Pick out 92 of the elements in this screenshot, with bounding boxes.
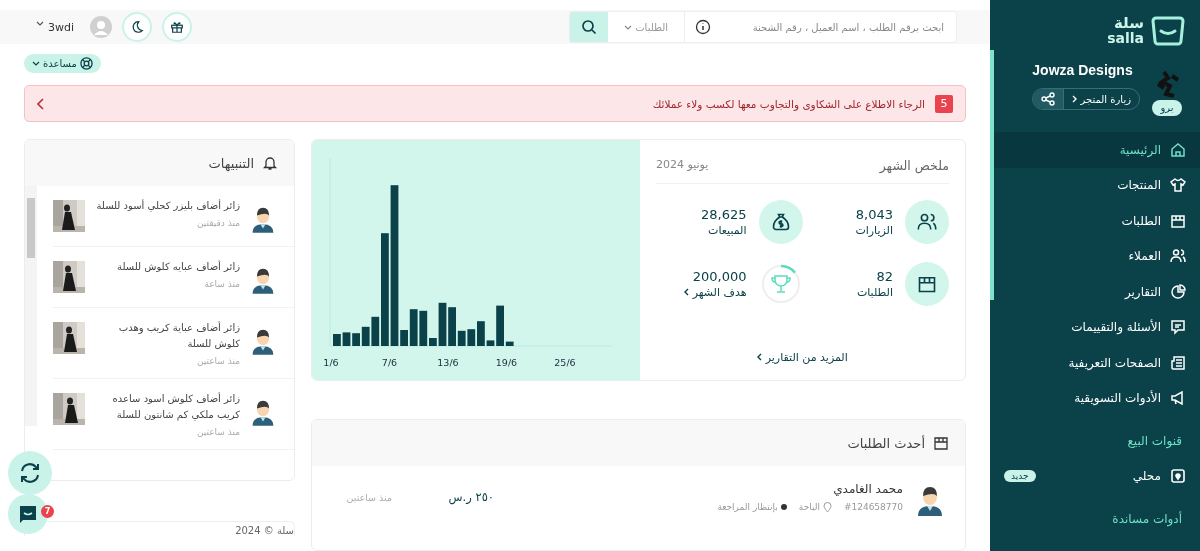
- box-icon: [933, 435, 949, 451]
- share-button[interactable]: [1033, 89, 1064, 109]
- stat-value: 200,000: [691, 269, 747, 284]
- location-pin-icon: [822, 501, 832, 513]
- stat-value: 28,625: [701, 207, 747, 222]
- refresh-icon: [18, 461, 42, 485]
- chevron-icon: [37, 97, 45, 110]
- chat-icon: [17, 503, 39, 525]
- stat-label: المبيعات: [707, 224, 747, 237]
- nav-item[interactable]: محلي جديد: [990, 458, 1200, 494]
- refresh-button[interactable]: [8, 451, 52, 495]
- nav-item[interactable]: الصفحات التعريفية: [990, 345, 1200, 381]
- footer-text: سلة © 2024: [235, 525, 294, 536]
- user-menu[interactable]: 3wdi: [30, 19, 81, 35]
- order-amount: ٢٥٠ ر.س: [447, 490, 494, 504]
- share-icon: [1041, 92, 1056, 106]
- more-reports-link[interactable]: المزيد من التقارير: [656, 351, 949, 364]
- alert-count: 5: [935, 94, 953, 113]
- salla-logo-icon: [1150, 14, 1186, 46]
- nav-item[interactable]: المنتجات: [990, 167, 1200, 203]
- customer-avatar: [915, 484, 945, 516]
- store-icon: [1170, 467, 1186, 484]
- notification-text: زائر أضاف عبايه كلوش للسلة: [116, 259, 240, 274]
- chevron-icon: [1072, 94, 1078, 103]
- chevron-down-icon: [36, 20, 44, 26]
- logo-text: salla: [1107, 30, 1144, 45]
- notification-time: منذ ساعة: [203, 279, 240, 289]
- money-bag-icon: [758, 200, 803, 244]
- plan-badge: برو: [1152, 100, 1182, 116]
- period-label: يونيو 2024: [656, 158, 709, 173]
- order-city: الباحة: [798, 501, 832, 513]
- notification-item[interactable]: زائر أضاف بليزر كحلي أسود للسلة منذ دقيقتين: [53, 186, 294, 247]
- notification-time: منذ ساعتين: [195, 356, 240, 366]
- section-title: قنوات البيع: [1126, 433, 1183, 451]
- nav-icon: [1170, 141, 1186, 158]
- moon-icon: [130, 19, 145, 35]
- card-title: التنبيهات: [208, 155, 254, 171]
- alert-text: الرجاء الاطلاع على الشكاوى والتجاوب معها لكسب ولاء عملائك: [652, 97, 925, 110]
- stat-label: الزيارات: [855, 224, 893, 237]
- gift-icon: [170, 19, 185, 35]
- nav-icon: [1170, 177, 1186, 194]
- notification-text: زائر أضاف عباية كريب وهدب كلوش للسلة: [117, 320, 240, 351]
- stat-label: الطلبات: [856, 286, 893, 299]
- notification-item[interactable]: زائر أضاف عبايه كلوش للسلة منذ ساعة: [53, 247, 294, 308]
- section-title: أدوات مساندة: [1111, 510, 1183, 529]
- nav-item[interactable]: العملاء: [990, 238, 1200, 274]
- nav-icon: [1170, 248, 1186, 265]
- bell-icon: [262, 155, 278, 171]
- nav-item[interactable]: التقارير: [990, 274, 1200, 310]
- customer-name: محمد الغامدي: [832, 481, 903, 496]
- notification-text: زائر أضاف كلوش اسود ساعده كريب ملكي كم شانتون للسلة: [111, 391, 240, 423]
- gift-button[interactable]: [162, 12, 193, 42]
- logo-text: سلة: [1113, 15, 1144, 31]
- order-number: #124658770: [843, 501, 903, 513]
- card-title: أحدث الطلبات: [847, 435, 925, 451]
- axis-label: 7/6: [381, 357, 398, 368]
- nav-icon: [1170, 390, 1186, 407]
- axis-label: 25/6: [554, 357, 576, 368]
- chevron-icon: [757, 353, 763, 361]
- scrollbar[interactable]: [25, 186, 37, 426]
- bar: [342, 332, 351, 346]
- axis-label: 19/6: [495, 357, 518, 368]
- stat-value: 8,043: [855, 207, 893, 222]
- nav-item[interactable]: الطلبات: [990, 203, 1200, 239]
- nav-icon: [1170, 354, 1186, 371]
- notification-text: زائر أضاف بليزر كحلي أسود للسلة: [95, 198, 240, 214]
- new-badge: جديد: [1004, 469, 1036, 482]
- chevron-down-icon: [32, 61, 40, 66]
- users-icon: [905, 200, 949, 244]
- chevron-icon: [684, 288, 690, 296]
- nav-icon: [1170, 283, 1186, 300]
- nav-item[interactable]: الأدوات التسويقية: [990, 380, 1200, 416]
- nav-icon: [1170, 212, 1186, 229]
- help-button[interactable]: مساعدة: [24, 54, 101, 73]
- order-time: منذ ساعتين: [345, 491, 392, 503]
- dark-mode-button[interactable]: [122, 12, 153, 42]
- notification-item[interactable]: زائر أضاف عباية كريب وهدب كلوش للسلة منذ ساعتين: [53, 308, 294, 379]
- stat-value: 82: [875, 269, 893, 284]
- notification-item[interactable]: زائر أضاف كلوش اسود ساعده كريب ملكي كم شانتون للسلة منذ ساعتين: [53, 379, 294, 450]
- order-status: بإنتظار المراجعة: [717, 502, 778, 512]
- nav-item[interactable]: الأسئلة والتقييمات: [990, 309, 1200, 345]
- goal-link[interactable]: هدف الشهر: [684, 286, 747, 299]
- axis-label: 13/6: [437, 357, 459, 368]
- store-name: Jowza Designs: [1032, 62, 1134, 78]
- box-icon: [905, 262, 949, 306]
- card-title: ملخص الشهر: [879, 158, 949, 173]
- chat-button[interactable]: [8, 494, 48, 534]
- lifebuoy-icon: [79, 57, 93, 70]
- axis-label: 1/6: [323, 357, 339, 368]
- nav-icon: [1170, 319, 1186, 336]
- notification-time: منذ ساعتين: [195, 427, 240, 437]
- notification-time: منذ دقيقتين: [196, 218, 240, 228]
